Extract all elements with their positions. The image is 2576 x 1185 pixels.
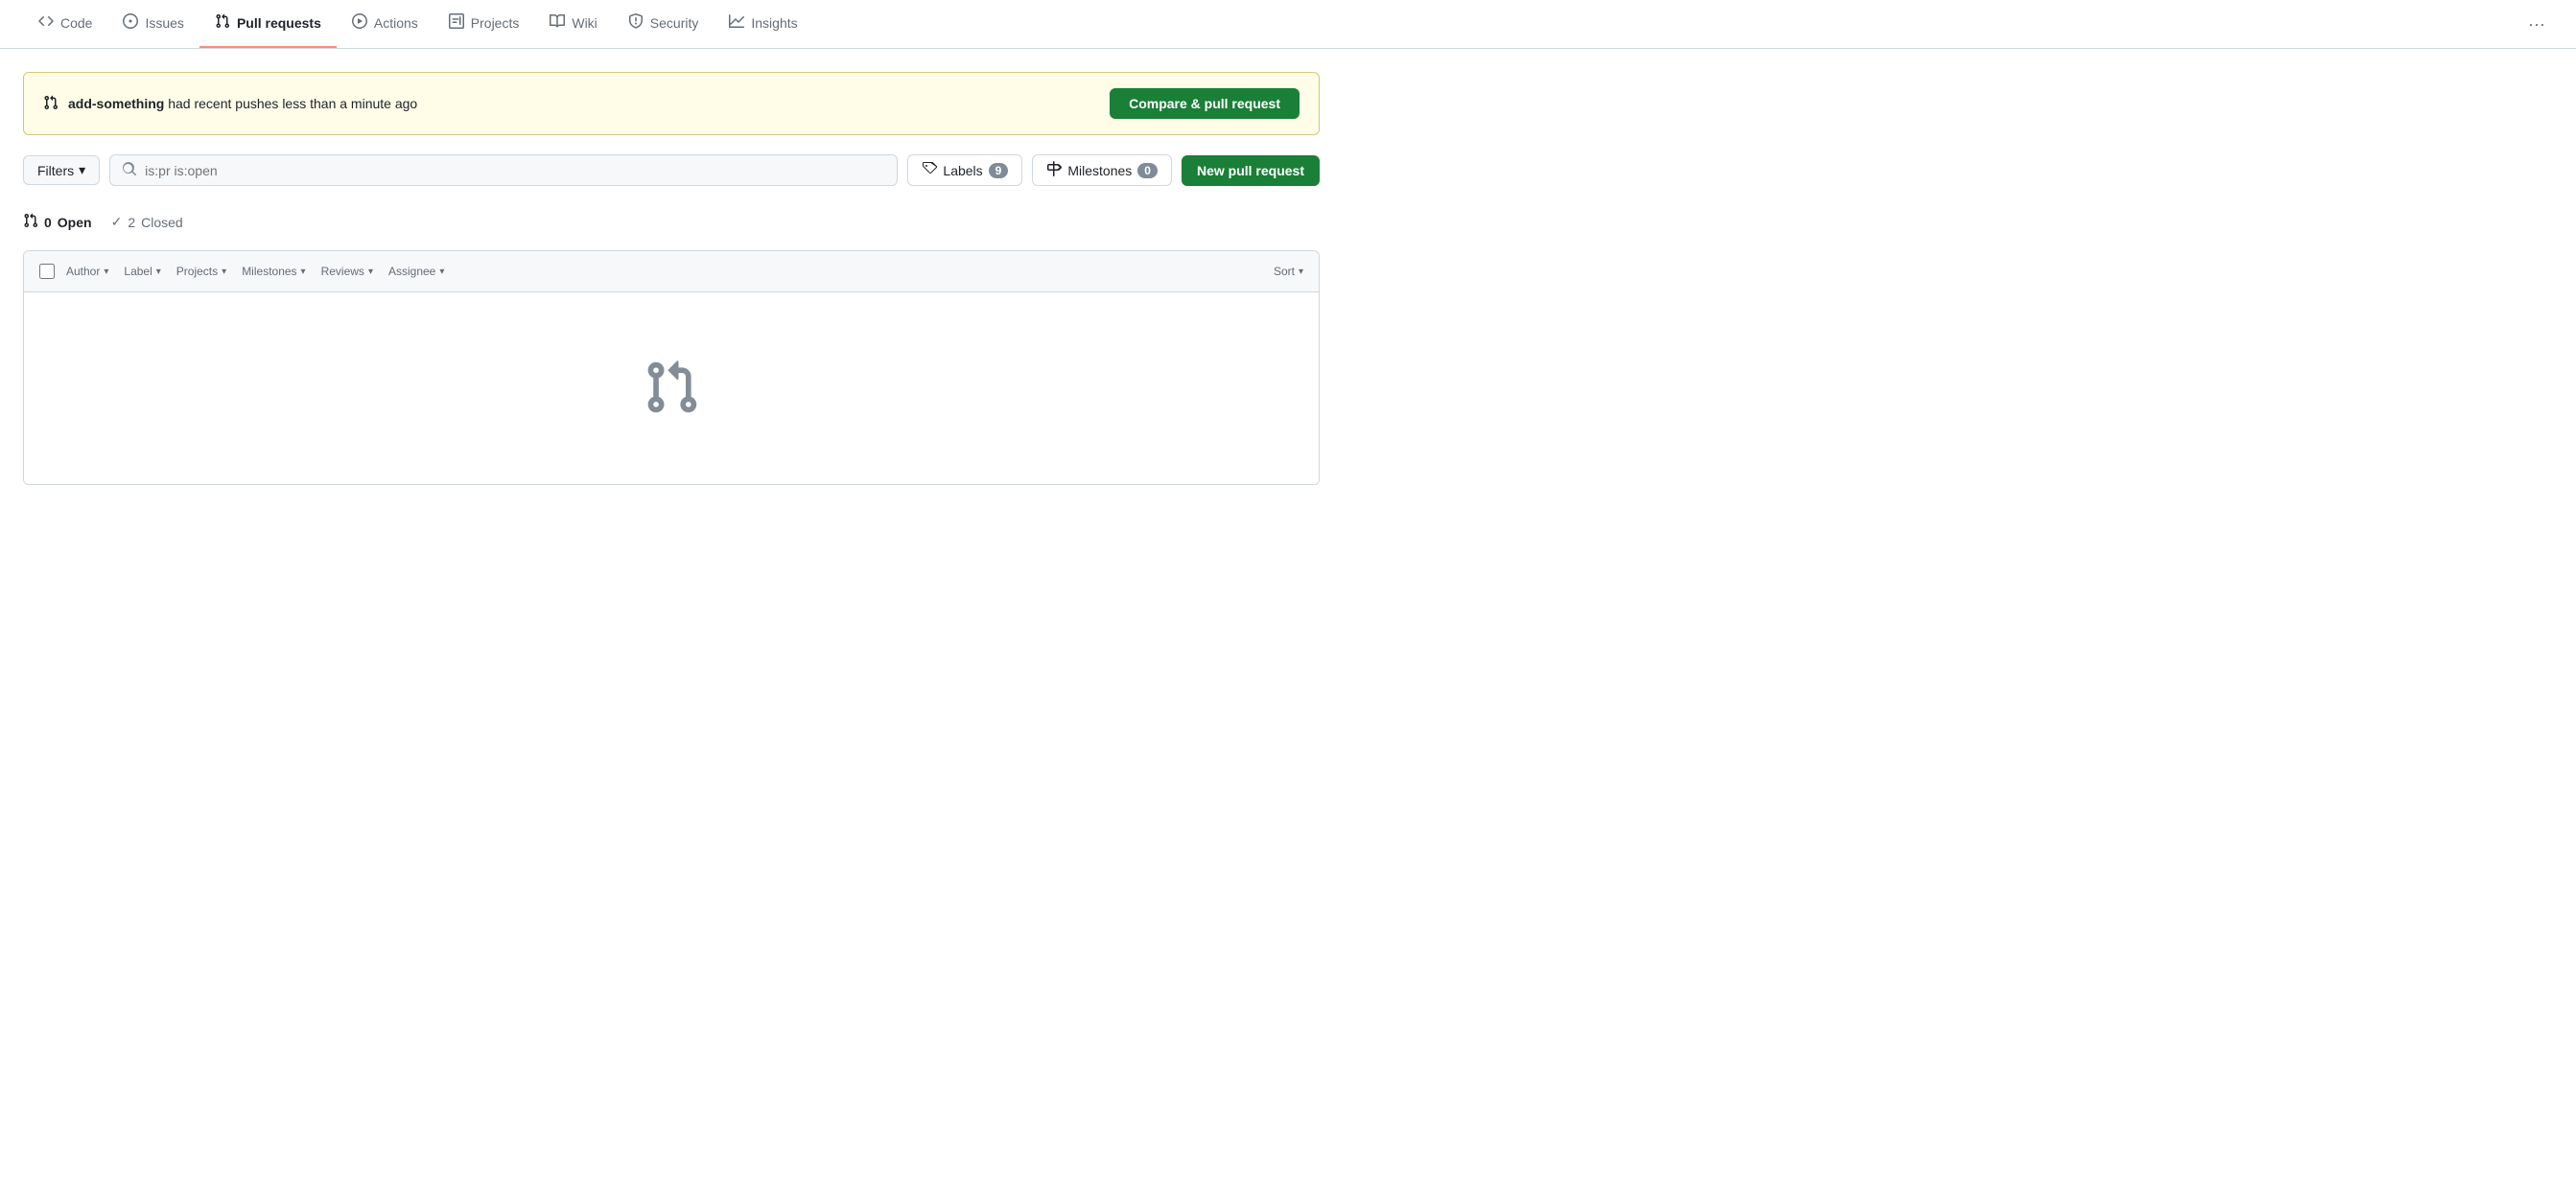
projects-chevron-icon: ▾ [222, 267, 226, 277]
author-filter-button[interactable]: Author ▾ [66, 263, 108, 280]
banner-message: add-something had recent pushes less tha… [43, 95, 417, 113]
banner-branch-name: add-something had recent pushes less tha… [68, 96, 417, 111]
insights-icon [729, 13, 744, 33]
tab-pull-requests[interactable]: Pull requests [199, 0, 337, 48]
projects-filter-button[interactable]: Projects ▾ [176, 263, 226, 280]
closed-count: 2 [128, 215, 135, 230]
label-label: Label [124, 265, 152, 278]
author-label: Author [66, 265, 100, 278]
reviews-label: Reviews [321, 265, 364, 278]
main-content: add-something had recent pushes less tha… [0, 49, 1343, 485]
tab-security-label: Security [650, 15, 699, 31]
branch-icon [43, 95, 59, 113]
sort-label: Sort [1274, 265, 1295, 278]
label-chevron-icon: ▾ [156, 267, 161, 277]
labels-text: Labels [943, 163, 982, 178]
empty-pr-icon [643, 359, 700, 419]
new-pull-request-button[interactable]: New pull request [1182, 155, 1320, 186]
tab-security[interactable]: Security [613, 0, 714, 48]
milestones-icon [1046, 161, 1062, 179]
open-pr-icon [23, 213, 38, 231]
pull-requests-icon [215, 13, 230, 33]
labels-count-badge: 9 [989, 163, 1009, 178]
recent-push-banner: add-something had recent pushes less tha… [23, 72, 1320, 135]
reviews-chevron-icon: ▾ [368, 267, 373, 277]
milestones-button[interactable]: Milestones 0 [1032, 154, 1172, 186]
projects-icon [449, 13, 464, 33]
milestones-text: Milestones [1067, 163, 1132, 178]
milestones-chevron-icon: ▾ [301, 267, 306, 277]
pr-list-body [24, 292, 1319, 484]
pr-list-header: Author ▾ Label ▾ Projects ▾ Milestones ▾… [24, 251, 1319, 292]
pr-status-row: 0 Open ✓ 2 Closed [23, 201, 1320, 243]
more-options-button[interactable]: ··· [2520, 1, 2553, 48]
author-chevron-icon: ▾ [104, 267, 108, 277]
assignee-filter-button[interactable]: Assignee ▾ [388, 263, 444, 280]
tab-projects-label: Projects [471, 15, 520, 31]
tab-actions-label: Actions [374, 15, 418, 31]
sort-chevron-icon: ▾ [1299, 267, 1303, 277]
assignee-label: Assignee [388, 265, 435, 278]
issues-icon [123, 13, 138, 33]
open-prs-button[interactable]: 0 Open [23, 209, 92, 235]
top-nav: Code Issues Pull requests Actions [0, 0, 2576, 49]
reviews-filter-button[interactable]: Reviews ▾ [321, 263, 373, 280]
tab-code[interactable]: Code [23, 0, 107, 48]
tab-projects[interactable]: Projects [433, 0, 535, 48]
filters-label: Filters [37, 163, 74, 178]
milestones-label: Milestones [242, 265, 296, 278]
filters-chevron-icon: ▾ [79, 162, 85, 178]
code-icon [38, 13, 54, 33]
wiki-icon [550, 13, 565, 33]
search-icon [122, 161, 137, 179]
pr-list-container: Author ▾ Label ▾ Projects ▾ Milestones ▾… [23, 250, 1320, 485]
tab-pull-requests-label: Pull requests [237, 15, 321, 31]
labels-button[interactable]: Labels 9 [907, 154, 1022, 186]
tab-wiki[interactable]: Wiki [534, 0, 612, 48]
actions-icon [352, 13, 367, 33]
assignee-chevron-icon: ▾ [439, 267, 444, 277]
filters-button[interactable]: Filters ▾ [23, 155, 100, 185]
milestones-count-badge: 0 [1137, 163, 1158, 178]
tab-insights-label: Insights [751, 15, 797, 31]
tab-insights[interactable]: Insights [714, 0, 812, 48]
compare-pull-request-button[interactable]: Compare & pull request [1110, 88, 1300, 119]
tab-wiki-label: Wiki [572, 15, 597, 31]
filter-row: Filters ▾ Labels 9 [23, 154, 1320, 186]
security-icon [628, 13, 644, 33]
projects-label: Projects [176, 265, 218, 278]
select-all-checkbox[interactable] [39, 264, 55, 279]
milestones-filter-button[interactable]: Milestones ▾ [242, 263, 305, 280]
tab-actions[interactable]: Actions [337, 0, 433, 48]
search-box [109, 154, 898, 186]
tab-code-label: Code [60, 15, 92, 31]
tab-issues-label: Issues [145, 15, 183, 31]
label-filter-button[interactable]: Label ▾ [124, 263, 160, 280]
header-filters: Author ▾ Label ▾ Projects ▾ Milestones ▾… [66, 263, 1303, 280]
sort-filter-button[interactable]: Sort ▾ [1274, 263, 1303, 280]
open-count: 0 [44, 215, 52, 230]
open-label: Open [58, 215, 92, 230]
closed-pr-icon: ✓ [111, 214, 123, 230]
closed-prs-button[interactable]: ✓ 2 Closed [111, 210, 183, 234]
closed-label: Closed [141, 215, 183, 230]
label-icon [922, 161, 937, 179]
empty-state [604, 320, 738, 457]
search-input[interactable] [145, 163, 885, 178]
tab-issues[interactable]: Issues [107, 0, 199, 48]
